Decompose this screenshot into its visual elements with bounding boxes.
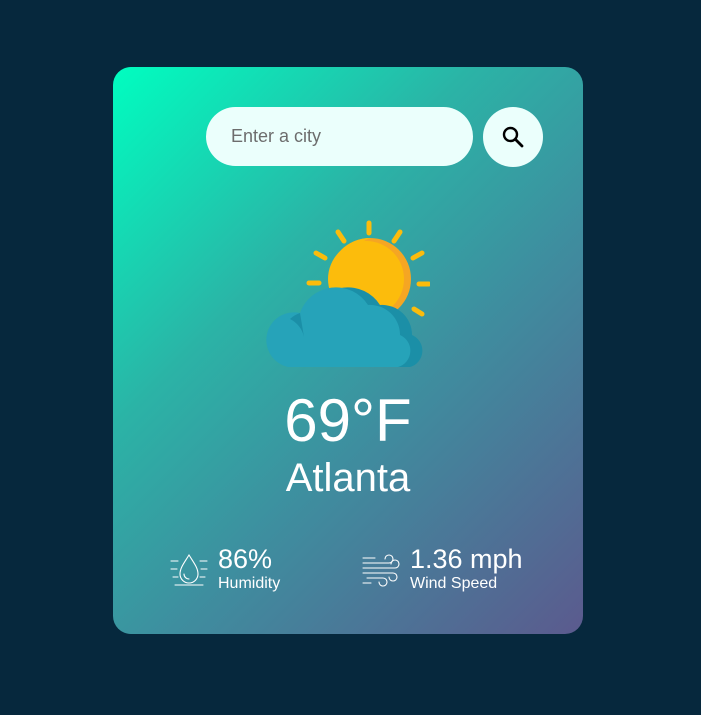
humidity-label: Humidity <box>218 575 281 592</box>
search-icon <box>502 126 524 148</box>
wind-speed-value: 1.36 mph <box>410 544 523 574</box>
humidity-value: 86% <box>218 544 273 574</box>
wind-detail: 1.36 mph Wind Speed <box>361 544 523 593</box>
city-name: Atlanta <box>285 456 411 500</box>
temperature: 69°F <box>284 387 412 454</box>
humidity-detail: 86% Humidity <box>169 544 280 593</box>
wind-icon <box>362 553 400 587</box>
wind-speed-label: Wind Speed <box>410 575 498 592</box>
search-button[interactable] <box>483 107 543 167</box>
sun-behind-cloud-icon <box>266 220 430 367</box>
weather-card: 69°F Atlanta 86% Humidity <box>113 67 583 634</box>
city-search-input[interactable] <box>206 107 473 166</box>
humidity-icon <box>170 553 208 586</box>
